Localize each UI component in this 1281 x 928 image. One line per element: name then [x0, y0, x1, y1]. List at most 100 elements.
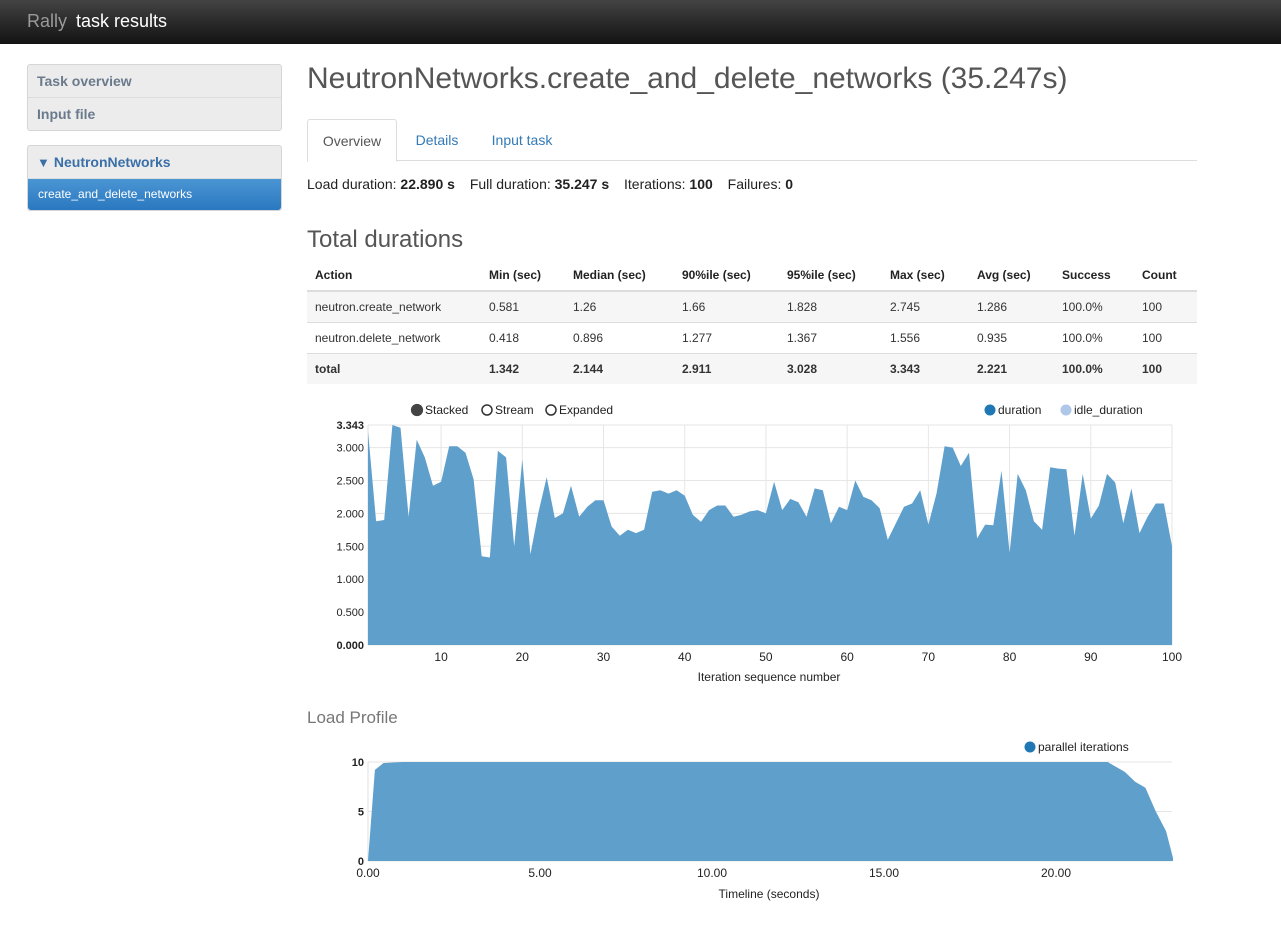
- table-cell: 1.342: [481, 353, 565, 384]
- table-cell: 1.367: [779, 322, 882, 354]
- table-row-total: total 1.342 2.144 2.911 3.028 3.343 2.22…: [307, 353, 1197, 384]
- failures-value: 0: [785, 176, 794, 192]
- table-cell: 2.144: [565, 353, 674, 384]
- sidebar-nav: Task overview Input file: [27, 64, 282, 131]
- x-axis: 0.00 5.00 10.00 15.00 20.00: [356, 866, 1071, 880]
- y-tick-label: 0.500: [336, 607, 364, 619]
- column-header: Max (sec): [882, 260, 969, 292]
- mode-expanded-label: Expanded: [559, 403, 613, 417]
- sidebar-scenario-group: ▼ NeutronNetworks create_and_delete_netwo…: [27, 145, 282, 211]
- table-cell: 1.277: [674, 322, 779, 354]
- legend-parallel-iterations[interactable]: parallel iterations: [1024, 740, 1129, 754]
- table-cell: 100.0%: [1054, 290, 1134, 323]
- duration-area: [368, 425, 1172, 645]
- y-tick-label: 10: [352, 757, 364, 769]
- tab-overview[interactable]: Overview: [307, 119, 397, 162]
- x-tick-label: 5.00: [528, 866, 552, 880]
- durations-area-chart: 0.000 0.500 1.000 1.500 2.000 2.500 3.000 3.343…: [336, 403, 1182, 684]
- page-title: NeutronNetworks.create_and_delete_networ…: [307, 62, 1068, 95]
- table-cell: 1.26: [565, 290, 674, 323]
- full-duration-value: 35.247 s: [554, 176, 610, 192]
- iterations-label: Iterations:: [624, 176, 686, 192]
- load-profile-title: Load Profile: [307, 708, 398, 727]
- table-cell: 0.418: [481, 322, 565, 354]
- scenario-group-header[interactable]: ▼ NeutronNetworks: [28, 146, 281, 178]
- x-tick-label: 70: [922, 650, 936, 664]
- y-axis: 0.000 0.500 1.000 1.500 2.000 2.500 3.000 3.343: [336, 420, 364, 652]
- table-header-row: Action Min (sec) Median (sec) 90%ile (se…: [307, 260, 1197, 292]
- legend-parallel-iterations-label: parallel iterations: [1038, 740, 1129, 754]
- y-axis: 0510: [352, 757, 364, 868]
- scenario-group-label: NeutronNetworks: [53, 154, 171, 170]
- table-cell: 100: [1134, 353, 1197, 384]
- table-cell: 0.935: [969, 322, 1054, 354]
- table-row: neutron.create_network 0.581 1.26 1.66 1…: [307, 290, 1197, 323]
- column-header: Count: [1134, 260, 1197, 292]
- caret-down-icon: ▼: [37, 155, 50, 170]
- x-tick-label: 0.00: [356, 866, 380, 880]
- table-cell: 1.828: [779, 290, 882, 323]
- mode-expanded[interactable]: Expanded: [545, 403, 613, 417]
- y-tick-label: 3.000: [336, 443, 364, 455]
- table-cell: 0.581: [481, 290, 565, 323]
- x-tick-label: 15.00: [869, 866, 899, 880]
- x-tick-label: 80: [1003, 650, 1017, 664]
- tab-input-task[interactable]: Input task: [479, 119, 565, 160]
- x-tick-label: 60: [840, 650, 854, 664]
- table-cell: 1.66: [674, 290, 779, 323]
- table-cell: 2.911: [674, 353, 779, 384]
- table-cell: 2.221: [969, 353, 1054, 384]
- table-cell: 1.286: [969, 290, 1054, 323]
- brand-logo[interactable]: Rally: [27, 11, 67, 32]
- failures-label: Failures:: [727, 176, 782, 192]
- table-cell: 0.896: [565, 322, 674, 354]
- table-cell: neutron.create_network: [307, 290, 481, 323]
- legend-dot-icon: [984, 404, 996, 416]
- mode-stacked-label: Stacked: [425, 403, 468, 417]
- load-duration-label: Load duration:: [307, 176, 397, 192]
- table-cell: 2.745: [882, 290, 969, 323]
- x-tick-label: 40: [678, 650, 692, 664]
- legend-idle-duration-label: idle_duration: [1074, 403, 1143, 417]
- app-title: task results: [76, 11, 168, 31]
- column-header: Min (sec): [481, 260, 565, 292]
- y-tick-label: 0.000: [336, 640, 364, 652]
- legend-duration[interactable]: duration: [984, 403, 1042, 417]
- mode-stream-label: Stream: [495, 403, 534, 417]
- x-axis-label: Iteration sequence number: [698, 670, 841, 684]
- legend-dot-icon: [1060, 404, 1072, 416]
- table-cell: 3.343: [882, 353, 969, 384]
- table-row: neutron.delete_network 0.418 0.896 1.277…: [307, 322, 1197, 354]
- load-profile-chart: 0510 0.00 5.00 10.00 15.00 20.00 Timeline (s…: [352, 740, 1173, 901]
- column-header: Median (sec): [565, 260, 674, 292]
- sidebar-item-input-file[interactable]: Input file: [28, 97, 281, 130]
- y-tick-label: 2.000: [336, 508, 364, 520]
- y-tick-label: 3.343: [336, 420, 364, 432]
- x-axis: 10 20 30 40 50 60 70 80 90 100: [434, 650, 1182, 664]
- y-tick-label: 1.000: [336, 574, 364, 586]
- tab-details[interactable]: Details: [402, 119, 472, 160]
- column-header: Success: [1054, 260, 1134, 292]
- sidebar-item-task-overview[interactable]: Task overview: [28, 65, 281, 97]
- radio-empty-icon: [545, 404, 557, 416]
- x-tick-label: 50: [759, 650, 773, 664]
- x-tick-label: 30: [597, 650, 611, 664]
- mode-stacked[interactable]: Stacked: [410, 403, 469, 417]
- x-tick-label: 20.00: [1041, 866, 1071, 880]
- table-cell: neutron.delete_network: [307, 322, 481, 354]
- x-tick-label: 100: [1162, 650, 1182, 664]
- y-tick-label: 5: [358, 807, 364, 819]
- durations-table: Action Min (sec) Median (sec) 90%ile (se…: [307, 260, 1197, 384]
- radio-empty-icon: [481, 404, 493, 416]
- x-tick-label: 90: [1084, 650, 1098, 664]
- full-duration-label: Full duration:: [469, 176, 551, 192]
- tab-bar: Overview Details Input task: [307, 119, 1197, 162]
- legend-idle-duration[interactable]: idle_duration: [1060, 403, 1143, 417]
- mode-stream[interactable]: Stream: [481, 403, 534, 417]
- column-header: Avg (sec): [969, 260, 1054, 292]
- sidebar-item-create-and-delete-networks[interactable]: create_and_delete_networks: [28, 178, 281, 210]
- legend-duration-label: duration: [998, 403, 1041, 417]
- x-tick-label: 10: [434, 650, 448, 664]
- y-tick-label: 2.500: [336, 475, 364, 487]
- column-header: 95%ile (sec): [779, 260, 882, 292]
